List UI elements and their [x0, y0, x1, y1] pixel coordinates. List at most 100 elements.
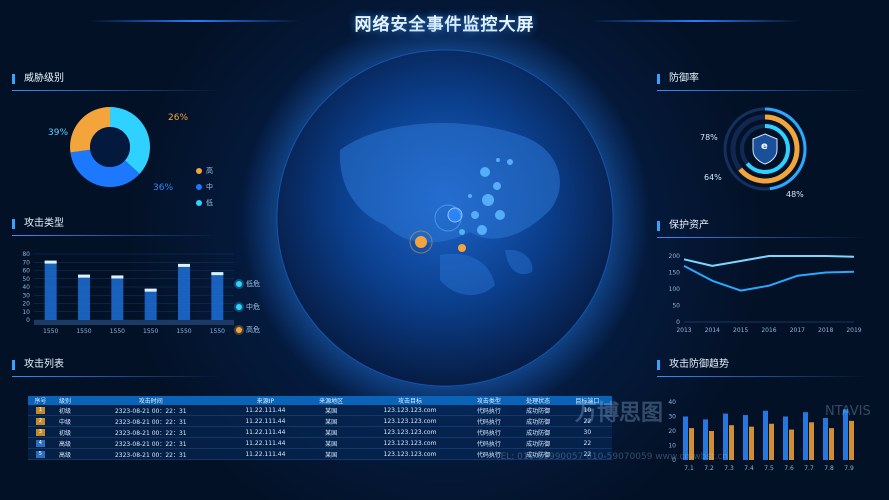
bar: [178, 263, 190, 320]
y-tick-label: 10: [22, 309, 30, 316]
row-index-badge: 1: [35, 407, 45, 414]
y-tick-label: 50: [672, 303, 680, 310]
panel-title-defense-rate: 防御率: [657, 70, 879, 91]
y-tick-label: 60: [22, 268, 30, 275]
table-cell: 2: [28, 415, 53, 427]
row-index-badge: 3: [35, 429, 45, 436]
legend-dot: [196, 200, 202, 206]
legend-low-risk-label: 低危: [246, 280, 260, 288]
y-tick-label: 20: [22, 301, 30, 308]
attack-type-legend: 低危 中危 高危: [236, 279, 260, 341]
defense-pct-64: 64%: [704, 173, 722, 182]
defense-pct-48: 48%: [786, 190, 804, 199]
x-tick-label: 1550: [110, 328, 125, 335]
bar: [144, 288, 157, 320]
y-tick-label: 100: [669, 286, 681, 293]
table-cell: 5: [28, 448, 53, 460]
x-tick-label: 1550: [210, 328, 225, 335]
bar: [78, 274, 90, 320]
table-cell: 11.22.111.44: [224, 437, 307, 449]
table-cell: 11.22.111.44: [224, 426, 307, 438]
column-header: 级别: [52, 396, 78, 405]
legend-high: 高: [196, 166, 213, 176]
table-cell: 某国: [306, 437, 356, 449]
column-header: 攻击目标: [355, 396, 465, 405]
table-cell: 中级: [52, 415, 78, 427]
y-tick-label: 80: [22, 251, 30, 258]
legend-dot: [196, 168, 202, 174]
bar-cap: [111, 275, 124, 279]
x-tick-label: 2015: [733, 327, 748, 334]
table-cell: 11.22.111.44: [224, 448, 307, 460]
bar: [211, 272, 224, 320]
bar-cap: [44, 260, 57, 264]
table-cell: 11.22.111.44: [224, 405, 307, 416]
x-tick-label: 2016: [761, 327, 776, 334]
legend-high-risk-label: 高危: [246, 326, 260, 334]
column-header: 来源地区: [306, 396, 356, 405]
x-tick-label: 1550: [76, 328, 91, 335]
table-cell: 123.123.123.com: [355, 437, 465, 449]
y-tick-label: 0: [26, 317, 30, 324]
table-cell: 123.123.123.com: [355, 448, 465, 460]
column-header: 攻击时间: [77, 396, 225, 405]
y-tick-label: 150: [669, 270, 681, 277]
table-cell: 某国: [306, 405, 356, 416]
series-line: [683, 255, 855, 267]
bar-cap: [144, 288, 157, 292]
x-tick-label: 2014: [705, 327, 720, 334]
threat-legend: 高 中 低: [196, 166, 213, 214]
bar-cap: [78, 274, 90, 278]
panel-title-attack-type: 攻击类型: [12, 215, 234, 236]
row-index-badge: 4: [35, 440, 45, 447]
column-header: 序号: [28, 396, 53, 405]
table-cell: 2323-08-21 00：22：31: [77, 448, 225, 460]
watermark-en: NTAVIS: [825, 404, 871, 419]
y-tick-label: 0: [676, 319, 680, 326]
panel-title-threat-level: 威胁级别: [12, 70, 234, 91]
x-tick-label: 1550: [143, 328, 158, 335]
x-tick-label: 1550: [176, 328, 191, 335]
legend-low-risk: 低危: [236, 279, 260, 289]
panel-title-protect-assets: 保护资产: [657, 217, 879, 238]
table-cell: 3: [28, 426, 53, 438]
x-tick-label: 2018: [818, 327, 833, 334]
bar-cap: [211, 272, 224, 276]
legend-mid-risk: 中危: [236, 302, 260, 312]
y-tick-label: 70: [22, 259, 30, 266]
legend-dot: [236, 304, 242, 310]
legend-low: 低: [196, 198, 213, 208]
table-cell: 123.123.123.com: [355, 426, 465, 438]
watermark: 万博思图 NTAVIS TEL: 010-65990057 010-590700…: [495, 392, 885, 472]
x-axis-band: [34, 320, 234, 325]
table-cell: 11.22.111.44: [224, 415, 307, 427]
series-line: [683, 265, 855, 292]
bar: [111, 275, 124, 320]
panel-title-defense-trend: 攻击防御趋势: [657, 356, 879, 377]
row-index-badge: 2: [35, 418, 45, 425]
bar: [44, 260, 57, 320]
legend-dot: [236, 327, 242, 333]
legend-dot: [196, 184, 202, 190]
shield-icon: e: [761, 141, 768, 152]
threat-pct-low: 39%: [48, 128, 69, 138]
x-tick-label: 2017: [790, 327, 805, 334]
table-cell: 初级: [52, 405, 78, 416]
table-cell: 2323-08-21 00：22：31: [77, 405, 225, 416]
threat-pct-high: 26%: [168, 113, 189, 123]
y-tick-label: 40: [22, 284, 30, 291]
bar-cap: [178, 263, 190, 267]
threat-pct-mid: 36%: [153, 183, 174, 193]
table-cell: 2323-08-21 00：22：31: [77, 426, 225, 438]
x-tick-label: 2013: [676, 327, 691, 334]
y-tick-label: 30: [22, 292, 30, 299]
table-cell: 某国: [306, 415, 356, 427]
legend-mid: 中: [196, 182, 213, 192]
y-tick-label: 200: [669, 253, 681, 260]
protect-assets-chart: 0 50 100 150 200 2013 2014 2015 2016 2017 2018 2019: [669, 253, 862, 334]
legend-low-label: 低: [206, 199, 213, 207]
legend-mid-risk-label: 中危: [246, 303, 260, 311]
table-cell: 123.123.123.com: [355, 405, 465, 416]
column-header: 来源IP: [224, 396, 307, 405]
legend-dot: [236, 281, 242, 287]
